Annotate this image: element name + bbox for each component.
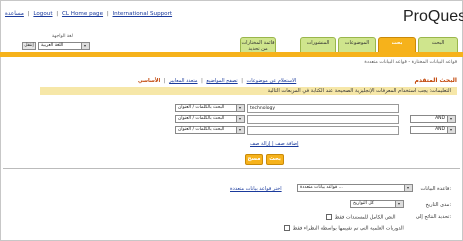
search-mode-links: الاستعلام عن موضوعات | تصفح المواضيع | م… [138, 78, 297, 84]
instruction-banner: التعليمات: يجب استخدام المعرفات الإنجليز… [40, 87, 457, 95]
field-select[interactable]: البحث بالكلمات / العنوان [175, 104, 245, 112]
chevron-down-icon [404, 185, 412, 191]
field-selected: البحث بالكلمات / العنوان [178, 105, 225, 110]
chevron-down-icon [236, 116, 244, 122]
operator-selected: AND [435, 127, 445, 132]
chevron-down-icon [395, 201, 403, 207]
search-term-input[interactable] [247, 126, 399, 135]
logo: ProQues [403, 8, 463, 25]
operator-select[interactable]: AND [410, 115, 456, 123]
language-go-button[interactable]: إنتقل [22, 42, 36, 50]
date-range-label: مدى التاريخ: [425, 202, 451, 208]
date-range-selected: كل التواريخ [353, 201, 374, 206]
language-select[interactable]: اللغة العربية [38, 42, 90, 50]
full-text-option: النص الكامل للمستندات فقط [325, 214, 396, 221]
tab-search[interactable]: بحث [378, 37, 416, 53]
clear-button[interactable]: مسح [245, 154, 263, 165]
tab-browse[interactable]: البحث [418, 37, 458, 53]
add-row-link[interactable]: إضافة صف | إزالة صف [250, 141, 299, 147]
operator-select[interactable]: AND [410, 126, 456, 134]
tab-topics[interactable]: الموضوعات [338, 37, 376, 53]
international-support-link[interactable]: International Support [113, 11, 173, 17]
field-selected: البحث بالكلمات / العنوان [178, 127, 225, 132]
search-mode-current: الأساسي [138, 78, 161, 84]
tab-publications[interactable]: المنشورات [300, 37, 336, 53]
full-text-checkbox[interactable] [326, 214, 332, 220]
chevron-down-icon [236, 127, 244, 133]
field-select[interactable]: البحث بالكلمات / العنوان [175, 126, 245, 134]
search-mode-link[interactable]: متعدد المعايير [169, 78, 197, 84]
operator-selected: AND [435, 116, 445, 121]
home-page-link[interactable]: CL Home page [62, 11, 103, 17]
database-select[interactable]: قواعد بيانات متعددة ... [297, 184, 413, 192]
page-title: البحث المتقدم [414, 77, 458, 84]
peer-reviewed-option: الدوريات العلمية التي تم تقييمها بواسطة … [283, 225, 404, 232]
tab-selected-list[interactable]: قائمة المختارات من تحديد [240, 37, 276, 53]
chevron-down-icon [447, 127, 455, 133]
search-term-input[interactable] [247, 115, 399, 124]
search-mode-link[interactable]: تصفح المواضيع [206, 78, 237, 84]
divider [3, 168, 460, 169]
breadcrumb: قواعد البيانات المختارة - قواعد البيانات… [364, 60, 457, 65]
top-links: مساعدة | Logout | CL Home page | Interna… [5, 11, 173, 17]
field-selected: البحث بالكلمات / العنوان [178, 116, 225, 121]
choose-databases-link[interactable]: اختر قواعد بيانات متعددة [230, 186, 282, 192]
tab-bar [0, 52, 463, 57]
chevron-down-icon [447, 116, 455, 122]
chevron-down-icon [236, 105, 244, 111]
language-selected: اللغة العربية [41, 43, 64, 48]
database-selected: قواعد بيانات متعددة ... [300, 185, 343, 190]
date-range-select[interactable]: كل التواريخ [350, 200, 404, 208]
logout-link[interactable]: Logout [33, 11, 52, 17]
help-link[interactable]: مساعدة [5, 11, 24, 17]
search-term-input[interactable]: technology [247, 104, 399, 113]
search-button[interactable]: بحث [266, 154, 284, 165]
field-select[interactable]: البحث بالكلمات / العنوان [175, 115, 245, 123]
peer-reviewed-checkbox[interactable] [284, 225, 290, 231]
database-label: قاعدة البيانات: [420, 186, 452, 192]
search-mode-link[interactable]: الاستعلام عن موضوعات [247, 78, 297, 84]
chevron-down-icon [81, 43, 89, 49]
limit-label: تحديد النتائج إلى: [415, 214, 451, 220]
language-label: لغة الواجهة [52, 34, 73, 39]
